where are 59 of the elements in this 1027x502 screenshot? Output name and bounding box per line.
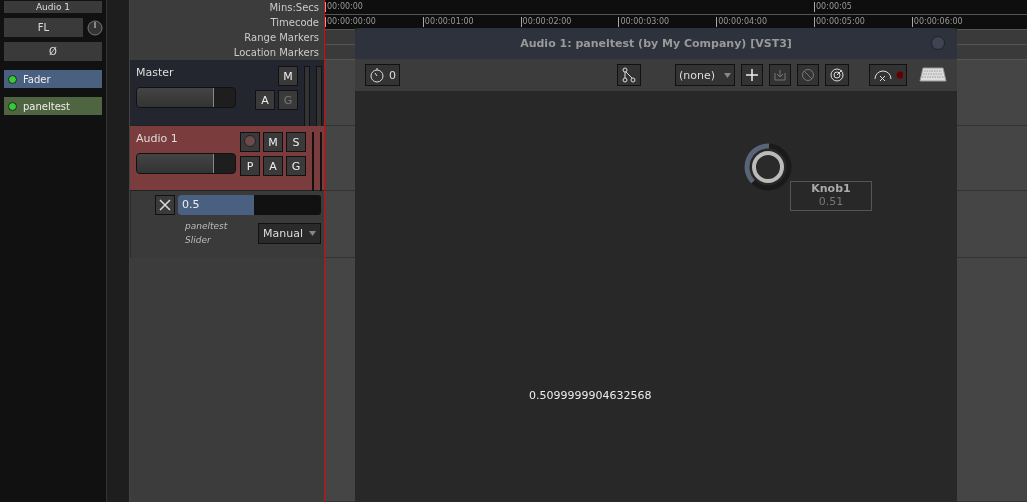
processor-item[interactable]: paneltest: [3, 96, 103, 116]
processor-name: Fader: [23, 73, 51, 85]
keyboard-icon[interactable]: [919, 66, 947, 84]
record-button[interactable]: [240, 132, 260, 152]
plugin-name: paneltest: [185, 220, 229, 233]
input-button[interactable]: FL: [3, 17, 84, 38]
led-icon[interactable]: [8, 101, 17, 111]
knob[interactable]: [744, 143, 792, 191]
ruler-tick-label: 00:00:01:00: [422, 17, 474, 27]
level-meter: [316, 66, 322, 128]
automation-mode-dropdown[interactable]: Manual: [258, 222, 321, 244]
track-name: Master: [136, 66, 175, 79]
trim-knob-icon[interactable]: [87, 19, 103, 36]
track-button[interactable]: A: [255, 90, 275, 110]
ruler-tick-label: 00:00:02:00: [520, 17, 572, 27]
caret-icon: [724, 72, 731, 78]
slider-value: 0.5: [182, 198, 200, 211]
preset-dropdown[interactable]: (none): [675, 64, 735, 86]
ruler-tick-label: 00:00:05:00: [814, 17, 865, 27]
window-title: Audio 1: paneltest (by My Company) [VST3]: [520, 37, 792, 50]
bypass-button[interactable]: [869, 64, 907, 86]
processor-name: paneltest: [23, 100, 70, 112]
routing-icon: [621, 67, 637, 83]
bypass-icon: [873, 68, 892, 82]
close-button[interactable]: [155, 195, 175, 215]
knob-label: Knob1: [811, 182, 851, 195]
track-button[interactable]: P: [240, 156, 260, 176]
download-icon: [773, 68, 787, 82]
parameter-name: Slider: [185, 234, 212, 247]
track-button[interactable]: A: [263, 156, 283, 176]
track-name-button[interactable]: Audio 1: [3, 0, 103, 14]
track-header[interactable]: Audio 1 M S P A G: [130, 126, 325, 191]
ruler-tick-label: 00:00:06:00: [911, 17, 963, 27]
latency-button[interactable]: 0: [365, 64, 400, 86]
level-meter: [304, 66, 310, 128]
track-name: Audio 1: [136, 132, 179, 145]
phase-invert-button[interactable]: Ø: [3, 41, 103, 62]
track-button[interactable]: M: [263, 132, 283, 152]
knob-value: 0.51: [818, 195, 844, 208]
track-button[interactable]: S: [286, 132, 306, 152]
target-icon: [829, 67, 845, 83]
plus-icon: [745, 68, 759, 82]
ruler-tick-label: 00:00:04:00: [716, 17, 767, 27]
stopwatch-icon: [369, 67, 385, 83]
ruler-tick-label: 00:00:05: [814, 2, 852, 12]
automation-slider[interactable]: 0.5: [178, 195, 321, 215]
add-button[interactable]: [741, 64, 763, 86]
track-button[interactable]: G: [286, 156, 306, 176]
routing-button[interactable]: [617, 64, 641, 86]
led-icon[interactable]: [8, 74, 17, 84]
track-button[interactable]: M: [278, 66, 298, 86]
prohibited-icon: [801, 68, 815, 82]
power-button[interactable]: [825, 64, 849, 86]
processor-item[interactable]: Fader: [3, 69, 103, 89]
save-button[interactable]: [769, 64, 791, 86]
ruler-tick-label: 00:00:03:00: [618, 17, 670, 27]
delete-button[interactable]: [797, 64, 819, 86]
caret-icon: [309, 230, 316, 236]
value-readout: 0.5099999904632568: [529, 389, 652, 402]
